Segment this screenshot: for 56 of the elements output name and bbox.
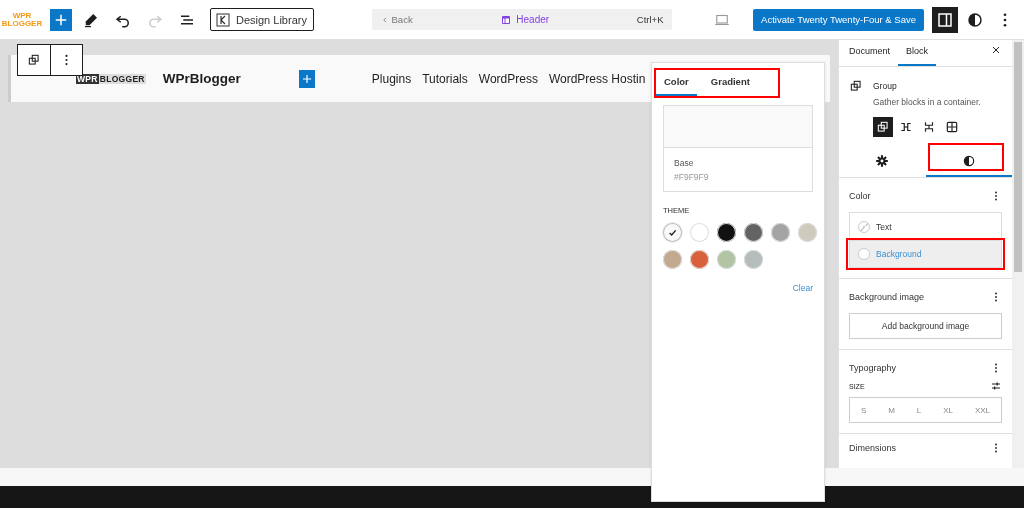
nav-link[interactable]: Plugins (371, 71, 412, 86)
color-tab[interactable]: Color (656, 70, 697, 96)
nav-link[interactable]: WordPress (478, 71, 538, 86)
shortcut-hint: Ctrl+K (636, 14, 664, 25)
sliders-icon[interactable] (990, 380, 1002, 392)
group-icon (849, 79, 863, 94)
panel-title: Color (849, 191, 871, 201)
panel-title: Background image (849, 292, 925, 302)
empty-swatch-icon (858, 220, 870, 233)
template-icon (500, 13, 513, 26)
design-library-button[interactable]: Design Library (210, 8, 314, 31)
save-button[interactable]: Activate Twenty Twenty-Four & Save (753, 8, 924, 31)
site-title[interactable]: WPrBlogger (162, 71, 241, 86)
back-link[interactable]: Back (379, 14, 413, 25)
color-swatch[interactable] (798, 223, 817, 242)
color-swatch[interactable] (690, 250, 709, 269)
sidebar-tab[interactable]: Document (841, 46, 899, 67)
size-option[interactable]: XL (943, 405, 953, 415)
add-background-image-button[interactable]: Add background image (849, 313, 1002, 339)
color-swatch[interactable] (771, 223, 790, 242)
settings-icon (875, 154, 890, 169)
add-block-button[interactable] (50, 8, 72, 31)
color-name: Base (673, 157, 695, 168)
block-title: Group (873, 80, 898, 92)
group-icon[interactable] (873, 117, 893, 138)
scrollbar[interactable] (1012, 40, 1024, 468)
color-option[interactable]: Text (850, 213, 1001, 240)
color-tab[interactable]: Gradient (702, 70, 758, 96)
color-value: #F9F9F9 (673, 171, 710, 184)
font-size-picker[interactable]: S M L XL XXL (849, 397, 1002, 423)
nav-link[interactable]: Tutorials (422, 71, 468, 86)
color-swatch[interactable] (717, 250, 736, 269)
command-bar[interactable]: Back Header Ctrl+K (371, 9, 672, 30)
size-option[interactable]: XXL (974, 405, 991, 415)
clear-button[interactable]: Clear (792, 283, 813, 293)
color-swatch[interactable] (663, 250, 682, 269)
document-title[interactable]: Header (500, 13, 550, 26)
color-swatch[interactable] (744, 223, 763, 242)
scrollbar-thumb[interactable] (1014, 42, 1022, 272)
sidebar-toggle-icon[interactable] (932, 6, 958, 33)
color-swatch[interactable] (717, 223, 736, 242)
size-option[interactable]: S (860, 405, 867, 415)
nav-link[interactable]: WordPress Hostin (548, 71, 646, 86)
size-option[interactable]: L (916, 405, 922, 415)
contrast-icon (961, 154, 976, 169)
color-swatch[interactable] (663, 223, 682, 242)
sidebar-tab[interactable]: Block (898, 46, 937, 67)
size-option[interactable]: M (888, 405, 895, 415)
color-swatch[interactable] (744, 250, 763, 269)
panel-title: Typography (849, 363, 897, 373)
empty-swatch-icon (858, 248, 870, 260)
add-block-button[interactable] (298, 69, 315, 88)
panel-title: Dimensions (849, 443, 897, 453)
block-description: Gather blocks in a container. (873, 97, 981, 108)
color-swatch[interactable] (690, 223, 709, 242)
library-icon (215, 11, 231, 28)
